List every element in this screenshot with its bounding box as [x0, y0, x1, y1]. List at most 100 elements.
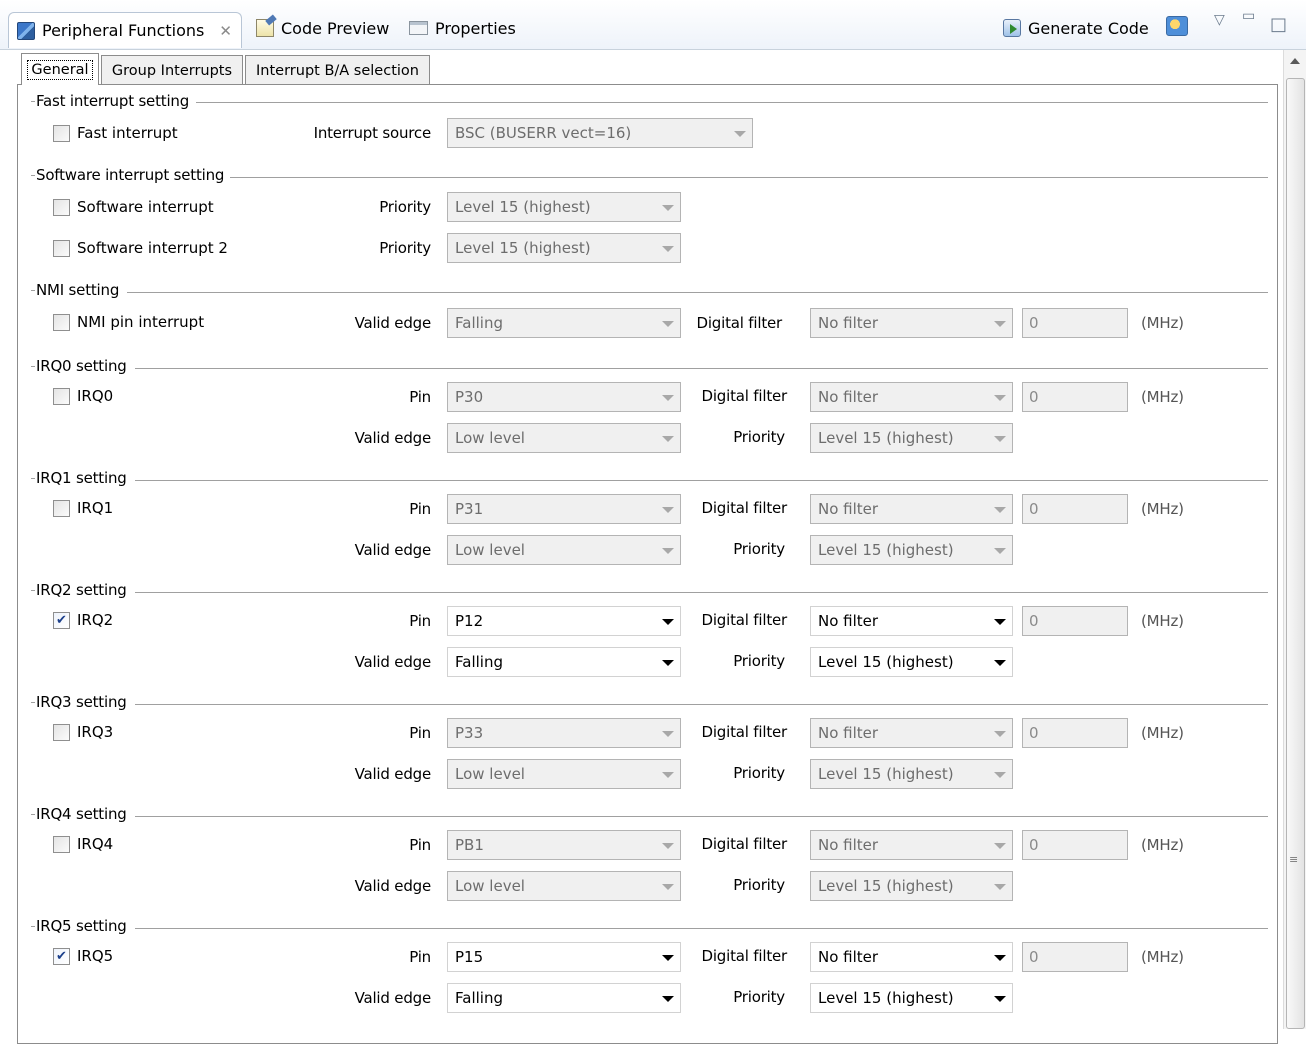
irq-group-title: IRQ2 setting	[31, 581, 127, 599]
scrollbar-thumb[interactable]	[1286, 78, 1305, 1029]
chevron-down-icon	[662, 731, 674, 737]
irq-enable-checkbox[interactable]	[53, 835, 70, 853]
software-interrupt-label: Software interrupt	[77, 198, 214, 216]
irq-digital-filter-value: No filter	[818, 724, 879, 742]
nmi-checkbox-row[interactable]: NMI pin interrupt	[53, 313, 204, 331]
irq-filter-frequency-field[interactable]: 0	[1022, 494, 1128, 524]
maximize-icon[interactable]: □	[1270, 14, 1287, 35]
irq-checkbox-row[interactable]: IRQ3	[53, 723, 113, 741]
software-2-priority-select[interactable]: Level 15 (highest)	[447, 233, 681, 263]
software-interrupt-checkbox[interactable]	[53, 198, 70, 216]
chevron-down-icon	[662, 507, 674, 513]
irq-enable-checkbox[interactable]: ✔	[53, 611, 70, 629]
fast-interrupt-checkbox[interactable]	[53, 124, 70, 142]
irq-filter-frequency-field[interactable]: 0	[1022, 942, 1128, 972]
irq-name-label: IRQ4	[77, 835, 114, 853]
close-icon[interactable]: ✕	[219, 22, 232, 40]
irq-valid-edge-select[interactable]: Falling	[447, 983, 681, 1013]
irq-checkbox-row[interactable]: ✔ IRQ5	[53, 947, 113, 965]
tab-properties[interactable]: Properties	[409, 10, 516, 46]
irq-name-label: IRQ2	[77, 611, 114, 629]
irq-pin-select[interactable]: PB1	[447, 830, 681, 860]
fast-interrupt-checkbox-row[interactable]: Fast interrupt	[53, 124, 178, 142]
irq-enable-checkbox[interactable]	[53, 723, 70, 741]
irq-priority-select[interactable]: Level 15 (highest)	[810, 983, 1013, 1013]
irq-digital-filter-value: No filter	[818, 612, 879, 630]
irq-checkbox-row[interactable]: IRQ0	[53, 387, 113, 405]
irq-valid-edge-select[interactable]: Low level	[447, 535, 681, 565]
irq-valid-edge-select[interactable]: Falling	[447, 647, 681, 677]
irq-pin-select[interactable]: P12	[447, 606, 681, 636]
irq-valid-edge-select[interactable]: Low level	[447, 871, 681, 901]
irq-priority-select[interactable]: Level 15 (highest)	[810, 423, 1013, 453]
irq-group-divider	[135, 704, 1268, 705]
chevron-down-icon	[994, 436, 1006, 442]
irq-filter-frequency-field[interactable]: 0	[1022, 382, 1128, 412]
irq-priority-label: Priority	[733, 988, 785, 1006]
chevron-down-icon	[994, 660, 1006, 666]
chevron-down-icon	[662, 619, 674, 625]
tab-code-preview[interactable]: Code Preview	[256, 10, 389, 46]
irq-priority-value: Level 15 (highest)	[818, 989, 954, 1007]
irq-digital-filter-select[interactable]: No filter	[810, 718, 1013, 748]
irq-priority-select[interactable]: Level 15 (highest)	[810, 871, 1013, 901]
irq-digital-filter-select[interactable]: No filter	[810, 382, 1013, 412]
irq-digital-filter-select[interactable]: No filter	[810, 606, 1013, 636]
irq-checkbox-row[interactable]: ✔ IRQ2	[53, 611, 113, 629]
irq-digital-filter-label: Digital filter	[701, 835, 787, 853]
nmi-pin-interrupt-checkbox[interactable]	[53, 313, 70, 331]
irq-filter-frequency-field[interactable]: 0	[1022, 718, 1128, 748]
chevron-down-icon	[662, 996, 674, 1002]
irq-priority-select[interactable]: Level 15 (highest)	[810, 535, 1013, 565]
irq-checkbox-row[interactable]: IRQ1	[53, 499, 113, 517]
scrollbar-grip-icon: ≡	[1289, 853, 1299, 866]
tab-peripheral-functions[interactable]: Peripheral Functions ✕	[8, 12, 242, 48]
irq-checkbox-row[interactable]: IRQ4	[53, 835, 113, 853]
nmi-valid-edge-select[interactable]: Falling	[447, 308, 681, 338]
irq-valid-edge-select[interactable]: Low level	[447, 423, 681, 453]
irq-group-divider	[135, 592, 1268, 593]
irq-pin-select[interactable]: P15	[447, 942, 681, 972]
software-priority-select[interactable]: Level 15 (highest)	[447, 192, 681, 222]
software-interrupt-checkbox-row[interactable]: Software interrupt	[53, 198, 214, 216]
irq-priority-select[interactable]: Level 15 (highest)	[810, 759, 1013, 789]
minimize-icon[interactable]: ▭	[1242, 8, 1255, 24]
irq-pin-select[interactable]: P31	[447, 494, 681, 524]
nmi-pin-interrupt-label: NMI pin interrupt	[77, 313, 205, 331]
tab-interrupt-ba-selection[interactable]: Interrupt B/A selection	[245, 55, 430, 85]
irq-pin-value: P15	[455, 948, 484, 966]
irq-priority-select[interactable]: Level 15 (highest)	[810, 647, 1013, 677]
software-priority-value: Level 15 (highest)	[455, 198, 591, 216]
nmi-digital-filter-select[interactable]: No filter	[810, 308, 1013, 338]
irq-digital-filter-select[interactable]: No filter	[810, 830, 1013, 860]
tab-general[interactable]: General	[21, 53, 99, 85]
irq-group-title: IRQ4 setting	[31, 805, 127, 823]
irq-enable-checkbox[interactable]	[53, 387, 70, 405]
irq-enable-checkbox[interactable]	[53, 499, 70, 517]
irq-valid-edge-select[interactable]: Low level	[447, 759, 681, 789]
interrupt-source-select[interactable]: BSC (BUSERR vect=16)	[447, 118, 753, 148]
irq-priority-label: Priority	[733, 540, 785, 558]
nmi-filter-frequency-field[interactable]: 0	[1022, 308, 1128, 338]
chevron-down-icon	[994, 321, 1006, 327]
irq-filter-frequency-field[interactable]: 0	[1022, 830, 1128, 860]
software-interrupt-2-checkbox-row[interactable]: Software interrupt 2	[53, 239, 228, 257]
irq-valid-edge-value: Falling	[455, 653, 503, 671]
irq-pin-select[interactable]: P30	[447, 382, 681, 412]
tab-peripheral-functions-label: Peripheral Functions	[42, 21, 205, 40]
irq-valid-edge-value: Low level	[455, 541, 525, 559]
irq-unit-label: (MHz)	[1141, 836, 1184, 854]
irq-digital-filter-select[interactable]: No filter	[810, 942, 1013, 972]
irq-frequency-value: 0	[1029, 836, 1039, 854]
irq-filter-frequency-field[interactable]: 0	[1022, 606, 1128, 636]
scroll-up-arrow-icon[interactable]	[1290, 58, 1300, 64]
tab-group-interrupts[interactable]: Group Interrupts	[101, 55, 243, 85]
globe-icon[interactable]	[1166, 16, 1188, 36]
software-interrupt-2-checkbox[interactable]	[53, 239, 70, 257]
vertical-scrollbar[interactable]: ≡	[1283, 50, 1306, 1029]
irq-digital-filter-select[interactable]: No filter	[810, 494, 1013, 524]
generate-code-button[interactable]: Generate Code	[1003, 10, 1149, 46]
irq-pin-select[interactable]: P33	[447, 718, 681, 748]
irq-enable-checkbox[interactable]: ✔	[53, 947, 70, 965]
view-menu-icon[interactable]: ▽	[1214, 12, 1225, 28]
